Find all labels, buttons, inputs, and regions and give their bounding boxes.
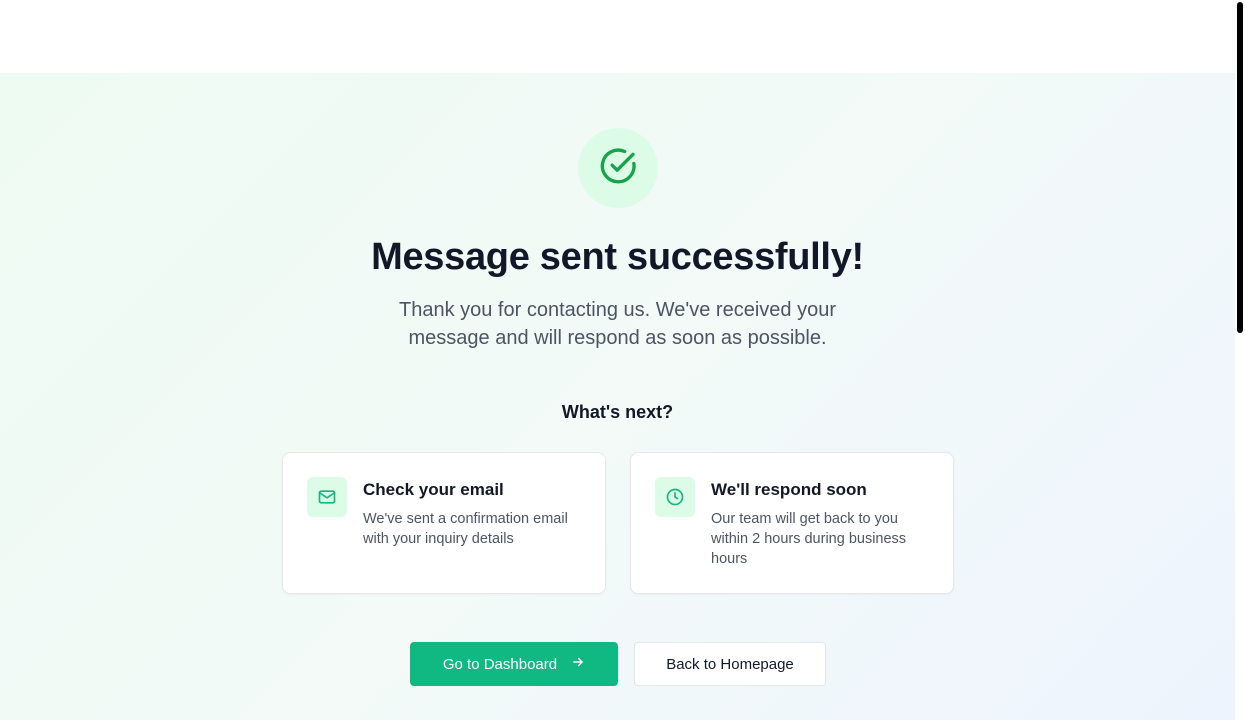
button-label: Go to Dashboard [442, 655, 558, 673]
card-title: Check your email [363, 480, 504, 499]
check-email-card: Check your email We've sent a confirmati… [282, 452, 606, 594]
mail-icon [307, 477, 347, 517]
page-title: Message sent successfully! [371, 236, 864, 278]
success-badge [578, 128, 658, 208]
confirmation-message: Thank you for contacting us. We've recei… [398, 299, 836, 349]
scrollbar-thumb[interactable] [1237, 2, 1243, 333]
card-title: We'll respond soon [711, 480, 867, 499]
top-header-bar [0, 0, 1235, 73]
card-description: Our team will get back to you within 2 h… [711, 511, 907, 567]
check-circle-icon [598, 146, 638, 191]
next-steps-heading: What's next? [561, 402, 674, 422]
respond-soon-card: We'll respond soon Our team will get bac… [630, 452, 954, 594]
scrollbar[interactable] [1235, 0, 1245, 720]
clock-icon [655, 477, 695, 517]
arrow-right-icon [571, 655, 585, 673]
go-to-dashboard-button[interactable]: Go to Dashboard [410, 642, 618, 686]
card-description: We've sent a confirmation email with you… [363, 511, 568, 547]
back-to-homepage-button[interactable]: Back to Homepage [634, 642, 826, 686]
